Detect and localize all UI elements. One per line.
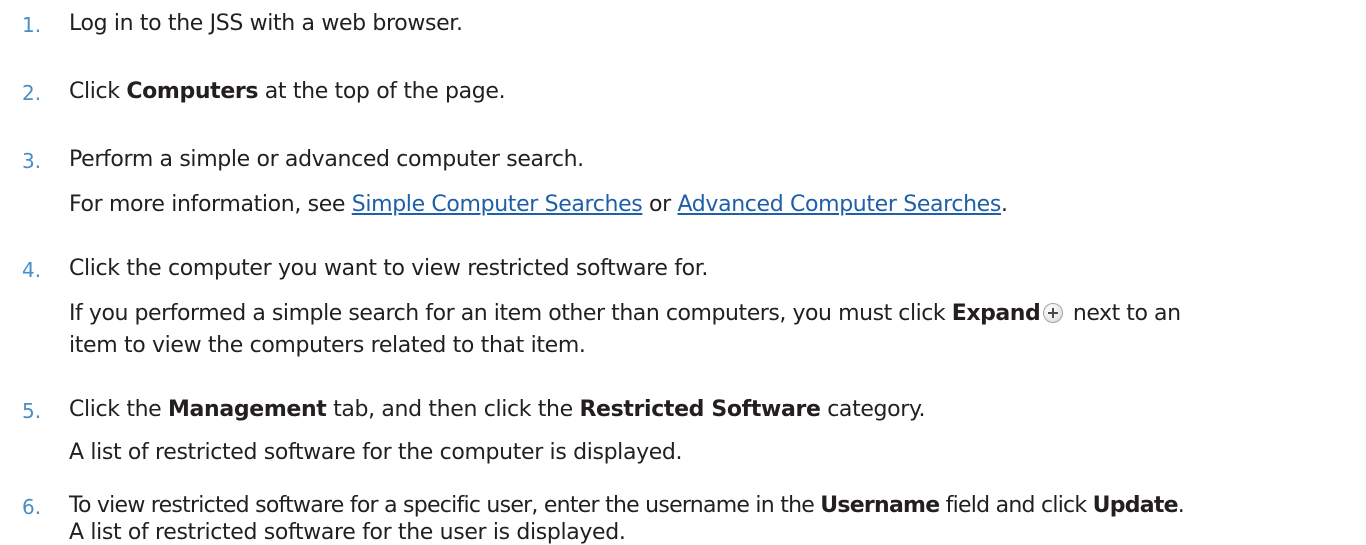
step-number: 4. <box>22 258 42 282</box>
step-subtext: For more information, see Simple Compute… <box>69 194 1008 216</box>
step-5-sub: A list of restricted software for the co… <box>69 440 683 465</box>
step-number: 5. <box>22 399 42 423</box>
step-6-pre: To view restricted software for a specif… <box>69 493 821 518</box>
step-number: 1. <box>22 13 42 37</box>
step-number: 6. <box>22 495 42 519</box>
step-text: To view restricted software for a specif… <box>69 493 1185 518</box>
step-4-text: Click the computer you want to view rest… <box>69 256 709 281</box>
restricted-software-label: Restricted Software <box>579 397 821 422</box>
instruction-steps: 1. Log in to the JSS with a web browser.… <box>0 0 1366 545</box>
step-text: Click Computers at the top of the page. <box>69 79 506 104</box>
step-3-sub-pre: For more information, see <box>69 192 352 217</box>
plus-icon <box>1043 303 1064 323</box>
step-number: 2. <box>22 81 42 105</box>
step-subtext: A list of restricted software for the us… <box>69 520 626 545</box>
step-text: Log in to the JSS with a web browser. <box>69 13 463 35</box>
step-6-sub: A list of restricted software for the us… <box>69 520 626 545</box>
step-subtext-continued: item to view the computers related to th… <box>69 335 586 357</box>
step-subtext: A list of restricted software for the co… <box>69 440 683 465</box>
step-3-sub-mid: or <box>642 192 678 217</box>
step-2-text-post: at the top of the page. <box>258 79 506 104</box>
step-5-pre: Click the <box>69 397 169 422</box>
advanced-computer-searches-link[interactable]: Advanced Computer Searches <box>677 192 1001 217</box>
expand-label: Expand <box>951 301 1041 326</box>
step-3-text: Perform a simple or advanced computer se… <box>69 147 584 172</box>
step-text: Click the Management tab, and then click… <box>69 399 925 421</box>
step-2-text-pre: Click <box>69 79 127 104</box>
username-label: Username <box>820 493 940 518</box>
management-label: Management <box>168 397 327 422</box>
step-number: 3. <box>22 149 42 173</box>
step-5-post: category. <box>820 397 926 422</box>
computers-label: Computers <box>126 79 259 104</box>
step-text: Perform a simple or advanced computer se… <box>69 149 584 171</box>
step-5-mid: tab, and then click the <box>326 397 580 422</box>
step-6-mid: field and click <box>939 493 1093 518</box>
step-3-sub-post: . <box>1000 192 1008 217</box>
step-subtext: If you performed a simple search for an … <box>69 303 1181 325</box>
simple-computer-searches-link[interactable]: Simple Computer Searches <box>352 192 643 217</box>
step-4-sub-line2: item to view the computers related to th… <box>69 333 586 358</box>
step-6-post: . <box>1177 493 1185 518</box>
step-text: Click the computer you want to view rest… <box>69 258 708 280</box>
step-4-sub-pre: If you performed a simple search for an … <box>69 301 952 326</box>
step-1-text: Log in to the JSS with a web browser. <box>69 11 463 36</box>
update-label: Update <box>1092 493 1179 518</box>
step-4-sub-post: next to an <box>1066 301 1181 326</box>
